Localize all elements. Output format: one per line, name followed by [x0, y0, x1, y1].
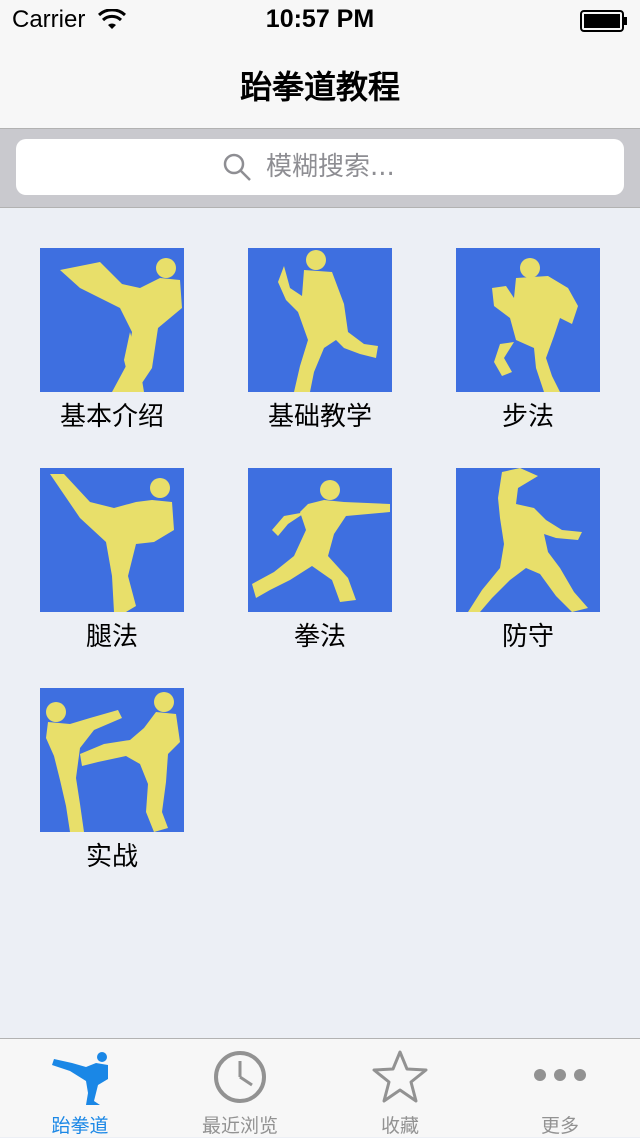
grid-item-label: 基础教学	[267, 402, 372, 432]
grid-item-defense[interactable]: 防守	[433, 468, 623, 668]
grid-item-thumbnail	[456, 468, 600, 612]
kicker-icon	[52, 1052, 108, 1105]
navigation-bar: 跆拳道教程	[0, 40, 640, 129]
tab-favorites[interactable]: 收藏	[320, 1039, 480, 1137]
grid-item-basics[interactable]: 基础教学	[225, 248, 415, 448]
grid-item-label: 防守	[501, 622, 554, 652]
tab-taekwondo[interactable]: 跆拳道	[0, 1039, 160, 1137]
status-time: 10:57 PM	[265, 5, 375, 33]
search-bar	[0, 129, 640, 208]
star-icon	[372, 1050, 428, 1103]
status-bar: Carrier 10:57 PM	[0, 0, 640, 40]
grid-item-kicks[interactable]: 腿法	[17, 468, 207, 668]
grid-item-thumbnail	[248, 468, 392, 612]
search-input[interactable]	[264, 151, 418, 183]
side-kick-icon	[50, 474, 174, 612]
tab-more[interactable]: 更多	[480, 1039, 640, 1137]
grid-item-thumbnail	[248, 248, 392, 392]
grid-item-label: 拳法	[293, 622, 346, 652]
tab-bar: 跆拳道 最近浏览 收藏 更多	[0, 1038, 640, 1137]
defense-icon	[468, 468, 588, 612]
grid-item-label: 腿法	[85, 622, 138, 652]
grid-item-sparring[interactable]: 实战	[17, 688, 207, 888]
tab-label: 最近浏览	[201, 1115, 278, 1137]
knee-raise-icon	[492, 258, 578, 392]
grid-item-label: 基本介绍	[59, 402, 164, 432]
search-icon	[223, 153, 251, 181]
tab-recent[interactable]: 最近浏览	[160, 1039, 320, 1137]
search-box[interactable]	[16, 139, 624, 195]
grid-item-footwork[interactable]: 步法	[433, 248, 623, 448]
battery-icon	[580, 10, 627, 32]
grid-item-thumbnail	[40, 688, 184, 832]
clock-icon	[214, 1051, 266, 1103]
grid-item-thumbnail	[456, 248, 600, 392]
stance-icon	[278, 250, 378, 392]
grid-item-label: 步法	[501, 402, 554, 432]
more-icon	[534, 1069, 586, 1081]
grid-item-thumbnail	[40, 248, 184, 392]
tab-label: 跆拳道	[51, 1115, 109, 1137]
grid-item-intro[interactable]: 基本介绍	[17, 248, 207, 448]
punch-icon	[252, 480, 390, 602]
grid-item-thumbnail	[40, 468, 184, 612]
grid-item-punches[interactable]: 拳法	[225, 468, 415, 668]
tab-label: 更多	[540, 1115, 579, 1137]
tab-label: 收藏	[380, 1115, 419, 1137]
grid-item-label: 实战	[85, 842, 138, 872]
high-kick-icon	[60, 258, 182, 392]
sparring-icon	[46, 692, 180, 832]
page-title: 跆拳道教程	[239, 68, 400, 106]
